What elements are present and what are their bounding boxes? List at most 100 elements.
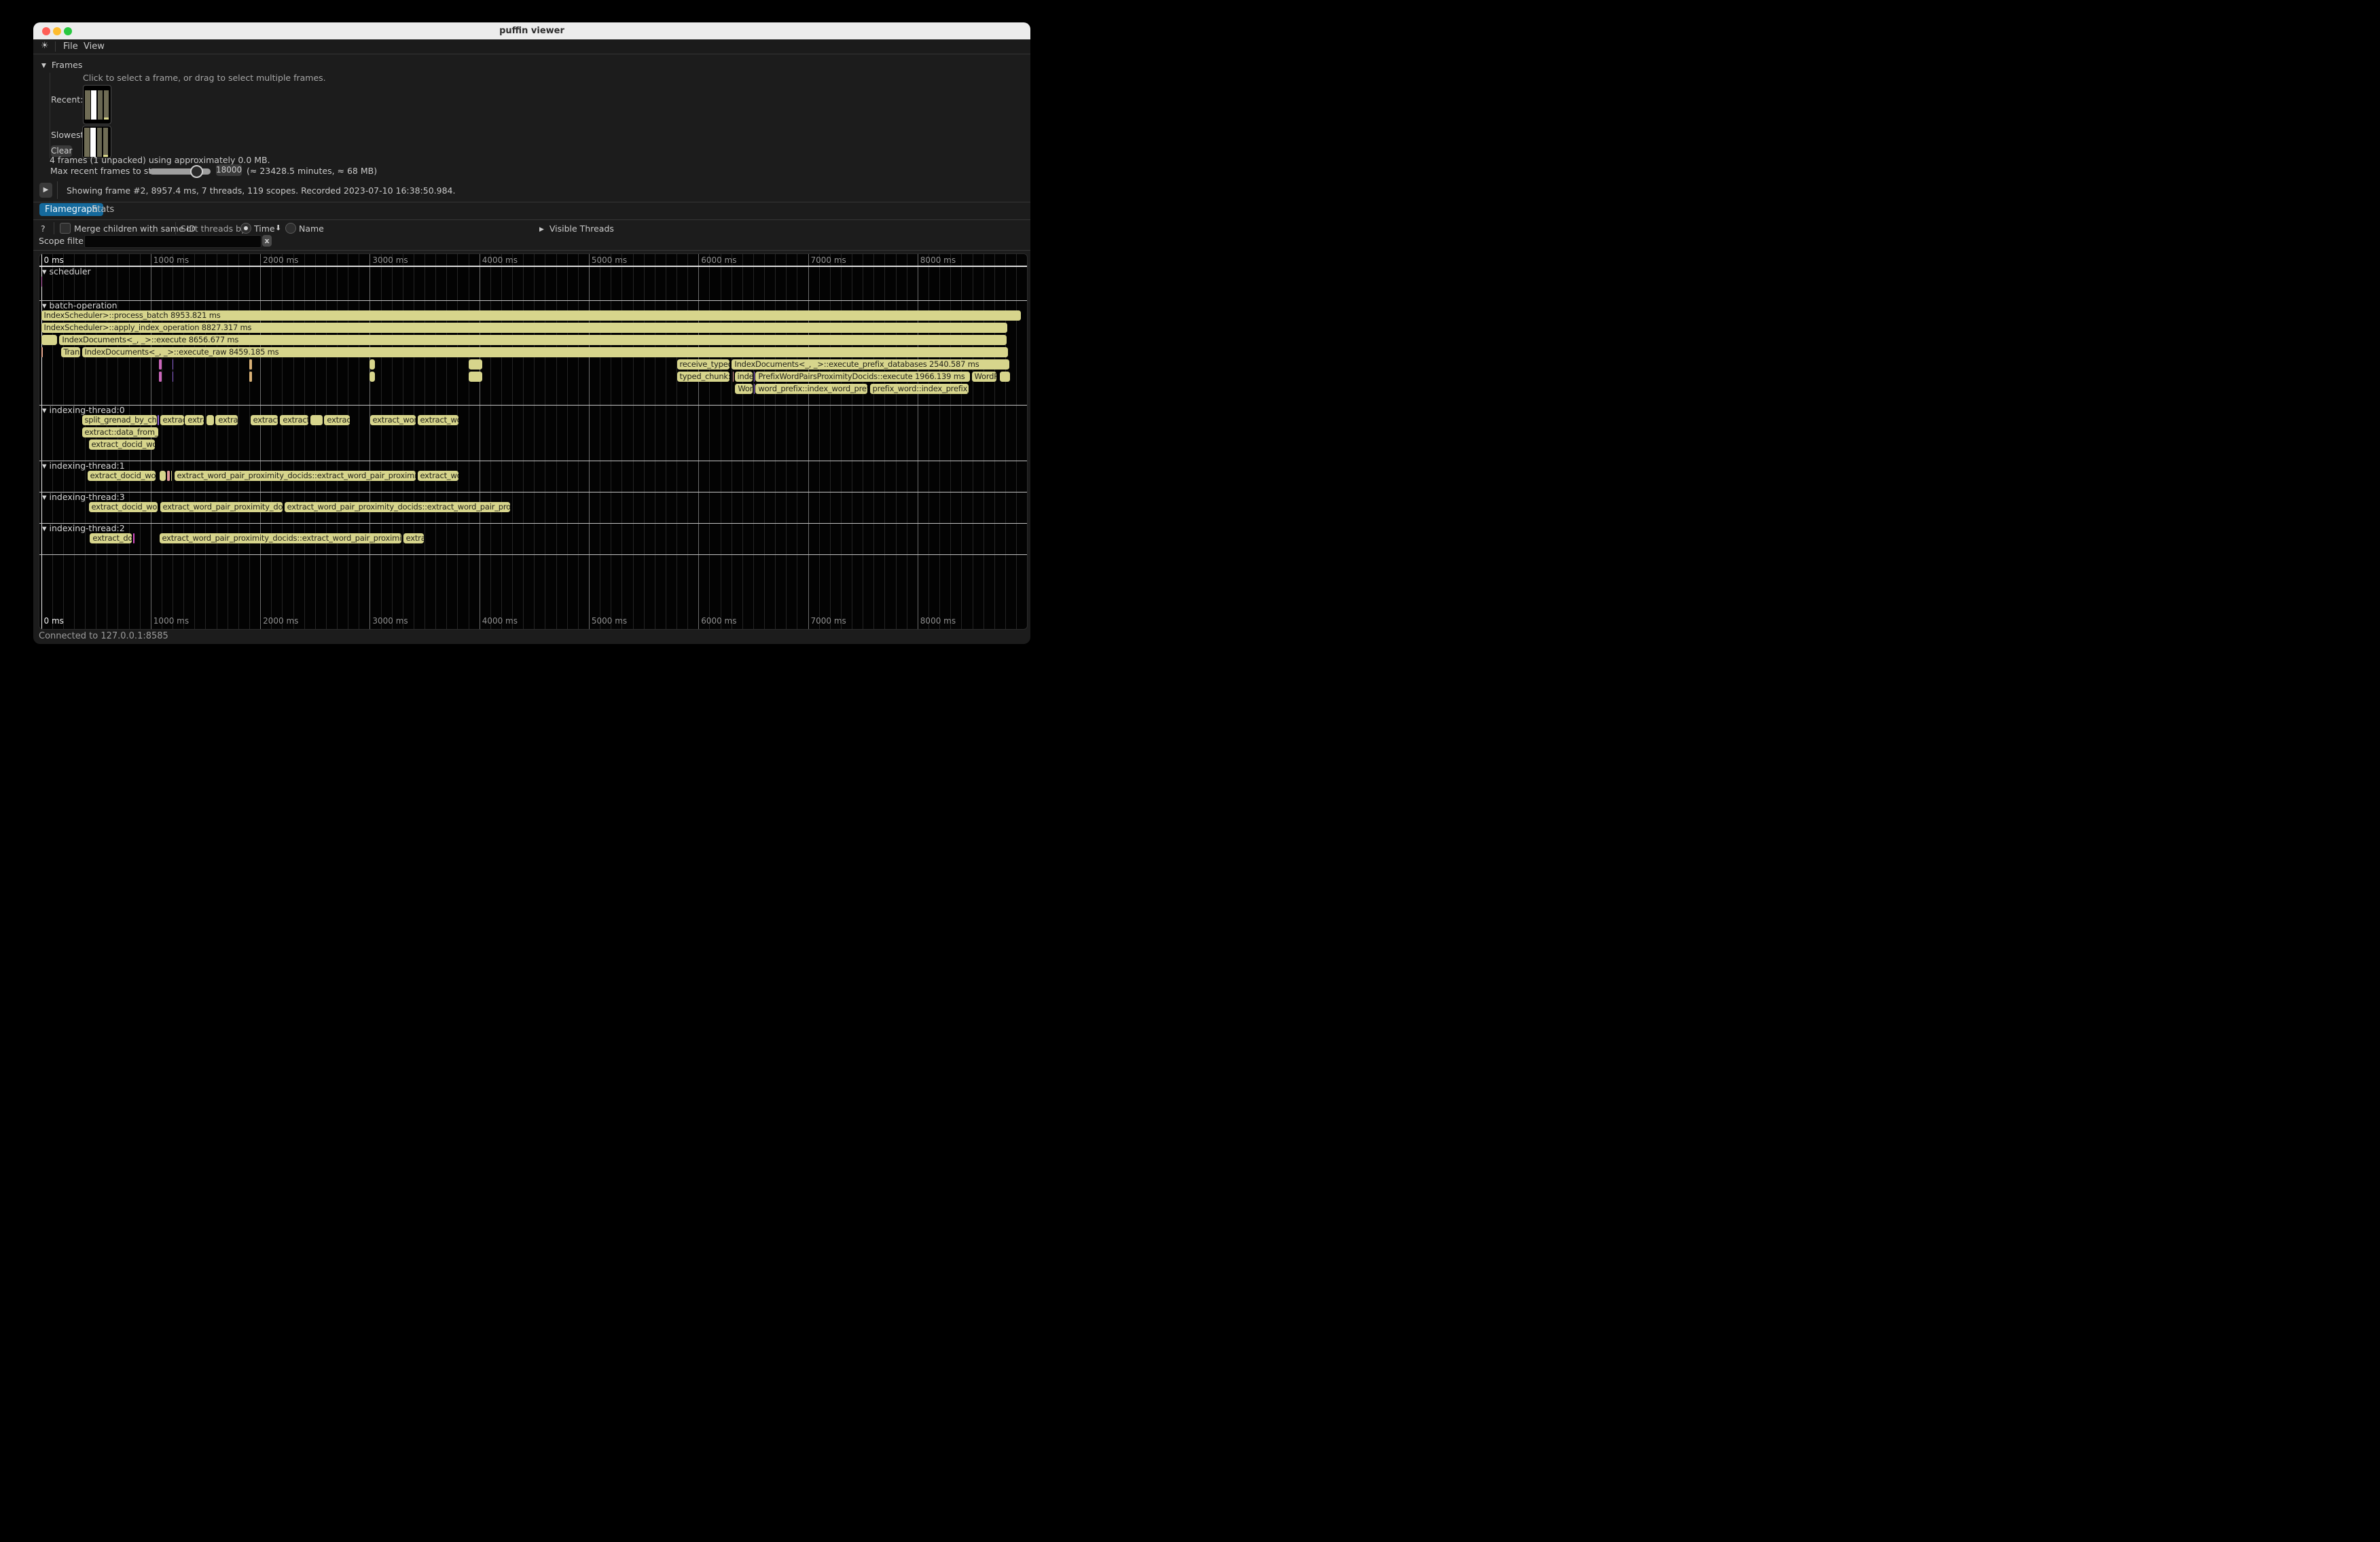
menu-separator <box>55 41 56 52</box>
radio-sort-time[interactable] <box>240 223 251 234</box>
flamegraph-span[interactable] <box>41 335 58 345</box>
thread-header-scheduler[interactable]: ▼ scheduler <box>42 266 91 276</box>
frame-bar[interactable] <box>103 128 109 157</box>
help-button[interactable]: ? <box>41 223 46 234</box>
sort-name-label: Name <box>299 223 324 234</box>
flamegraph-span[interactable] <box>133 533 135 543</box>
clear-filter-button[interactable]: x <box>262 235 272 247</box>
flamegraph-span[interactable]: split_grenad_by_chun <box>82 415 158 425</box>
flamegraph-span[interactable] <box>158 415 159 425</box>
flamegraph-span[interactable] <box>310 415 323 425</box>
sort-direction-arrow-icon[interactable]: ⬇ <box>275 223 281 232</box>
slider-knob[interactable] <box>190 165 203 178</box>
flamegraph-span[interactable] <box>173 359 174 370</box>
merge-checkbox[interactable] <box>60 223 71 234</box>
thread-header-indexing-thread:0[interactable]: ▼ indexing-thread:0 <box>42 405 125 415</box>
flamegraph-span[interactable]: extrac <box>215 415 238 425</box>
flamegraph-span[interactable]: extract_word_pair_proximity_docids::extr… <box>285 502 511 512</box>
flamegraph-span[interactable]: extrac <box>403 533 425 543</box>
play-button[interactable]: ▶ <box>39 183 52 198</box>
flamegraph-span[interactable]: IndexScheduler>::process_batch 8953.821 … <box>41 310 1022 321</box>
thread-header-indexing-thread:2[interactable]: ▼ indexing-thread:2 <box>42 523 125 533</box>
flamegraph-span[interactable] <box>369 372 375 382</box>
frame-bar[interactable] <box>97 128 103 157</box>
menu-item-file[interactable]: File <box>63 41 78 52</box>
flamegraph-canvas[interactable]: 0 ms0 ms1000 ms1000 ms2000 ms2000 ms3000… <box>39 253 1028 630</box>
flamegraph-span[interactable]: extract_docid_word <box>88 471 156 481</box>
flamegraph-span[interactable]: index <box>735 372 753 382</box>
recent-label: Recent: <box>51 94 83 105</box>
flamegraph-span[interactable] <box>469 372 483 382</box>
flamegraph-span[interactable]: extract_wo <box>418 415 459 425</box>
flamegraph-span[interactable] <box>206 415 215 425</box>
scope-filter-input[interactable] <box>84 235 262 248</box>
flamegraph-span[interactable] <box>249 372 252 382</box>
flamegraph-span[interactable] <box>754 384 755 394</box>
flamegraph-span[interactable]: word_prefix::index_word_prefix_ <box>755 384 867 394</box>
flamegraph-span[interactable]: IndexDocuments<_, _>::execute_prefix_dat… <box>732 359 1009 370</box>
flamegraph-span[interactable]: WordPr <box>972 372 997 382</box>
flamegraph-span[interactable]: extract_word <box>370 415 416 425</box>
flamegraph-span[interactable]: IndexScheduler>::apply_index_operation 8… <box>41 323 1008 333</box>
visible-threads-toggle[interactable]: ▶ Visible Threads <box>539 223 614 234</box>
slowest-frames-thumbnail[interactable] <box>82 126 111 158</box>
flamegraph-span[interactable]: PrefixWordPairsProximityDocids::execute … <box>755 372 970 382</box>
separator <box>33 219 1030 220</box>
frame-bar[interactable] <box>90 128 96 157</box>
flamegraph-span[interactable]: Trans <box>61 347 81 357</box>
frame-bar[interactable] <box>84 128 90 157</box>
flamegraph-span[interactable] <box>41 347 43 357</box>
thread-header-batch-operation[interactable]: ▼ batch-operation <box>42 300 118 310</box>
flamegraph-span[interactable]: prefix_word::index_prefix_wo <box>870 384 969 394</box>
flamegraph-span[interactable]: IndexDocuments<_, _>::execute 8656.677 m… <box>59 335 1007 345</box>
axis-tick-label: 4000 ms <box>482 616 518 626</box>
axis-tick-label: 0 ms <box>44 255 64 265</box>
flamegraph-span[interactable]: extract_doc <box>90 533 132 543</box>
axis-tick-label: 5000 ms <box>592 616 627 626</box>
flamegraph-span[interactable]: extract_ <box>251 415 278 425</box>
flamegraph-span[interactable]: IndexDocuments<_, _>::execute_raw 8459.1… <box>82 347 1008 357</box>
frames-section-header[interactable]: ▼ Frames <box>41 60 82 70</box>
flamegraph-span[interactable]: extract <box>324 415 350 425</box>
theme-toggle-sun-icon[interactable]: ☀ <box>41 41 49 51</box>
flamegraph-span[interactable]: extract_word_pair_proximity_docids::extr… <box>175 471 416 481</box>
flamegraph-span[interactable]: Word <box>735 384 753 394</box>
frame-bar[interactable] <box>104 90 109 120</box>
flamegraph-span[interactable] <box>159 359 162 370</box>
flamegraph-span[interactable]: extract_ <box>280 415 308 425</box>
axis-tick-label: 6000 ms <box>701 616 736 626</box>
frame-bar[interactable] <box>98 90 103 120</box>
flamegraph-span[interactable]: extract_docid_word <box>89 440 156 450</box>
flamegraph-span[interactable]: extract_word_pair_proximity_docids <box>160 502 283 512</box>
menu-item-view[interactable]: View <box>84 41 105 52</box>
flamegraph-span[interactable] <box>1000 372 1011 382</box>
flamegraph-span[interactable] <box>369 359 375 370</box>
frame-bar[interactable] <box>85 90 90 120</box>
max-frames-value[interactable]: 18000 <box>216 164 242 176</box>
thread-header-indexing-thread:3[interactable]: ▼ indexing-thread:3 <box>42 492 125 502</box>
radio-sort-name[interactable] <box>285 223 296 234</box>
tab-stats[interactable]: Stats <box>88 203 118 216</box>
thread-header-indexing-thread:1[interactable]: ▼ indexing-thread:1 <box>42 461 125 471</box>
flamegraph-span[interactable]: extract <box>160 415 185 425</box>
flamegraph-span[interactable] <box>754 372 755 382</box>
flamegraph-span[interactable] <box>733 372 734 382</box>
flamegraph-span[interactable]: extra <box>185 415 204 425</box>
flamegraph-span[interactable]: extract_docid_word <box>89 502 158 512</box>
flamegraph-span[interactable] <box>249 359 252 370</box>
flamegraph-span[interactable]: receive_typed_ <box>677 359 729 370</box>
flamegraph-span[interactable] <box>173 372 174 382</box>
recent-frames-thumbnail[interactable] <box>83 85 111 124</box>
flamegraph-span[interactable]: extract_word_pair_proximity_docids::extr… <box>160 533 402 543</box>
frame-bar[interactable] <box>91 90 96 120</box>
frame-info: Showing frame #2, 8957.4 ms, 7 threads, … <box>67 185 455 196</box>
flamegraph-span[interactable]: extract_wo <box>418 471 459 481</box>
flamegraph-span[interactable] <box>159 372 162 382</box>
flamegraph-span[interactable] <box>160 471 166 481</box>
flamegraph-span[interactable]: extract::data_from_ob <box>82 427 159 437</box>
flamegraph-span[interactable] <box>41 276 43 287</box>
flamegraph-span[interactable] <box>469 359 483 370</box>
axis-tick-label: 3000 ms <box>372 616 408 626</box>
flamegraph-span[interactable]: typed_chunk::w <box>677 372 729 382</box>
flamegraph-span[interactable] <box>167 471 170 481</box>
